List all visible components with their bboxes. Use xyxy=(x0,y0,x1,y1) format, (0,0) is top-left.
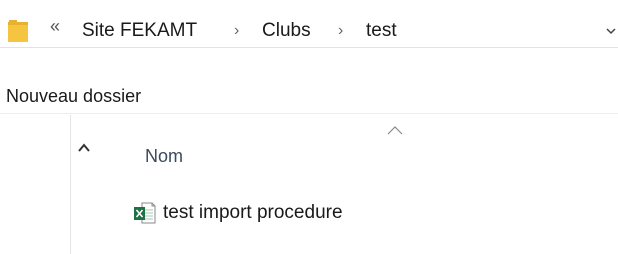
new-folder-button[interactable]: Nouveau dossier xyxy=(6,86,141,107)
breadcrumb-separator[interactable]: › xyxy=(234,22,239,40)
column-header-name[interactable]: Nom xyxy=(145,146,183,167)
folder-icon xyxy=(8,20,28,42)
breadcrumb-site-fekamt[interactable]: Site FEKAMT xyxy=(82,20,197,42)
navigation-pane xyxy=(0,115,70,254)
file-row[interactable]: test import procedure xyxy=(133,199,343,227)
file-name: test import procedure xyxy=(163,202,343,223)
file-explorer-window: « Site FEKAMT › Clubs › test Nouveau dos… xyxy=(0,0,618,254)
breadcrumb-separator[interactable]: › xyxy=(338,22,343,40)
chevron-down-icon[interactable] xyxy=(604,24,618,38)
command-toolbar: Nouveau dossier xyxy=(0,80,618,114)
address-bar[interactable]: « Site FEKAMT › Clubs › test xyxy=(0,10,618,48)
scroll-up-icon[interactable] xyxy=(77,143,91,153)
breadcrumb-test[interactable]: test xyxy=(366,20,397,42)
breadcrumb-overflow-button[interactable]: « xyxy=(50,16,60,37)
sort-up-icon xyxy=(387,126,403,135)
excel-icon xyxy=(134,202,156,224)
breadcrumb-clubs[interactable]: Clubs xyxy=(262,20,311,42)
file-list-pane: Nom test import procedure xyxy=(70,115,618,254)
